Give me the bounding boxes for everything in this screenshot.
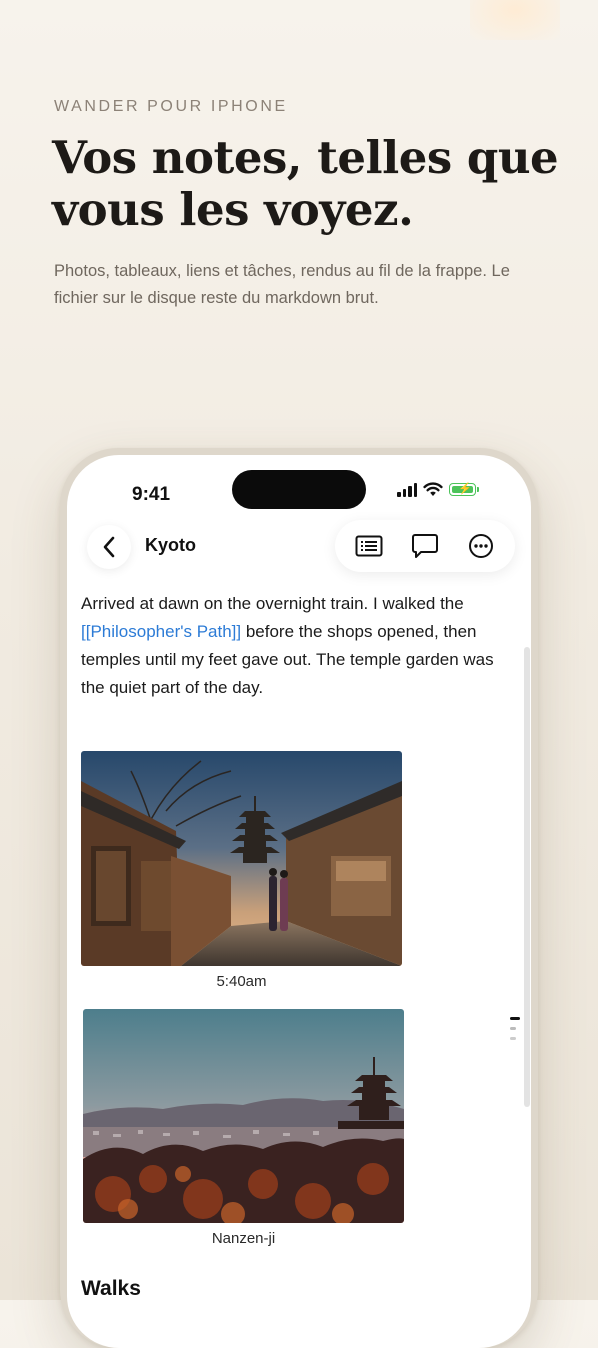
back-button[interactable] bbox=[87, 525, 131, 569]
wifi-icon bbox=[423, 482, 443, 496]
phone-frame: 9:41 ⚡ Kyoto Arrived at dawn on the over… bbox=[60, 448, 538, 1348]
outline-list-icon bbox=[355, 535, 383, 557]
note-image-2[interactable]: Nanzen-ji bbox=[83, 1009, 404, 1247]
image-caption: Nanzen-ji bbox=[211, 1230, 276, 1247]
cellular-signal-icon bbox=[397, 482, 417, 497]
background-glow bbox=[470, 0, 560, 40]
more-ellipsis-icon bbox=[469, 534, 493, 558]
kyoto-city-pagoda-sunset-photo bbox=[83, 1009, 404, 1223]
page-headline: Vos notes, telles que vous les voyez. bbox=[52, 131, 559, 236]
chevron-left-icon bbox=[103, 536, 115, 558]
eyebrow-label: WANDER POUR IPHONE bbox=[54, 98, 288, 115]
note-paragraph[interactable]: Arrived at dawn on the overnight train. … bbox=[81, 590, 511, 702]
image-caption: 5:40am bbox=[216, 973, 267, 990]
dynamic-island bbox=[232, 470, 366, 509]
section-heading: Walks bbox=[81, 1277, 141, 1300]
scrollbar[interactable] bbox=[524, 647, 530, 1107]
status-time: 9:41 bbox=[132, 484, 171, 505]
paragraph-text: Arrived at dawn on the overnight train. … bbox=[81, 594, 464, 613]
comments-button[interactable] bbox=[405, 526, 445, 566]
note-image-1[interactable]: 5:40am bbox=[81, 751, 402, 990]
outline-minimap[interactable] bbox=[510, 1017, 520, 1047]
status-icons: ⚡ bbox=[397, 482, 479, 497]
phone-screen: 9:41 ⚡ Kyoto Arrived at dawn on the over… bbox=[67, 455, 531, 1348]
kyoto-street-pagoda-dusk-photo bbox=[81, 751, 402, 966]
battery-charging-icon: ⚡ bbox=[449, 483, 479, 496]
note-toolbar bbox=[335, 520, 515, 572]
more-button[interactable] bbox=[461, 526, 501, 566]
outline-button[interactable] bbox=[349, 526, 389, 566]
comment-bubble-icon bbox=[412, 534, 438, 558]
note-title: Kyoto bbox=[145, 535, 196, 555]
wiki-link[interactable]: [[Philosopher's Path]] bbox=[81, 622, 241, 641]
page-subtitle: Photos, tableaux, liens et tâches, rendu… bbox=[54, 262, 510, 307]
